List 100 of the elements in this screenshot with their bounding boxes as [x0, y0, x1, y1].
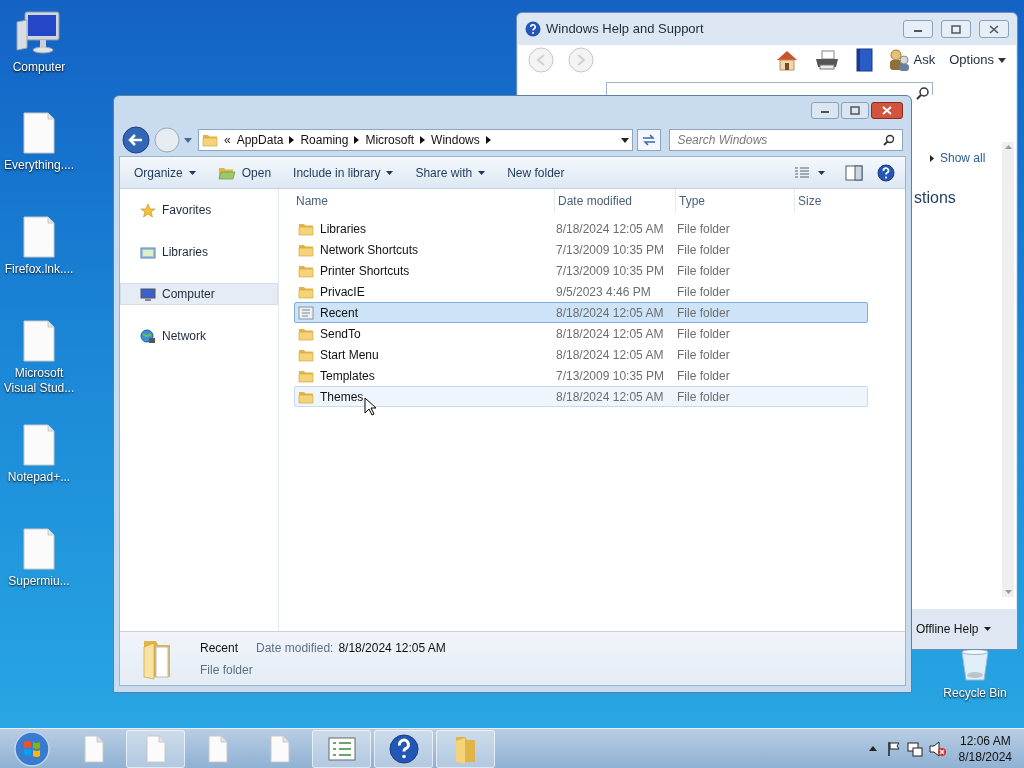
file-row[interactable]: Libraries 8/18/2024 12:05 AM File folder: [294, 218, 868, 239]
show-all-link[interactable]: Show all: [930, 149, 986, 167]
folder-open-icon: [217, 165, 236, 180]
file-type: File folder: [677, 262, 731, 280]
minimize-button[interactable]: [811, 101, 839, 119]
file-icon: [268, 734, 291, 763]
search-field[interactable]: Search Windows: [669, 129, 903, 151]
file-row[interactable]: Printer Shortcuts 7/13/2009 10:35 PM File folder: [294, 260, 868, 281]
new-folder-button[interactable]: New folder: [497, 160, 575, 185]
file-row[interactable]: PrivacIE 9/5/2023 4:46 PM File folder: [294, 281, 868, 302]
breadcrumb-item[interactable]: Windows: [431, 131, 480, 149]
file-name: SendTo: [320, 325, 361, 343]
taskbar-button[interactable]: [374, 729, 433, 768]
open-button[interactable]: Open: [207, 160, 282, 185]
nav-item[interactable]: Libraries: [120, 241, 278, 263]
desktop-icon-label[interactable]: Microsoft Visual Stud...: [0, 366, 79, 396]
column-header[interactable]: Name: [294, 188, 554, 213]
options-button[interactable]: Options: [949, 50, 1006, 70]
file-row[interactable]: SendTo 8/18/2024 12:05 AM File folder: [294, 323, 868, 344]
maximize-button[interactable]: [941, 20, 971, 38]
nav-item[interactable]: Favorites: [120, 199, 278, 221]
clock[interactable]: 12:06 AM 8/18/2024: [958, 732, 1012, 765]
file-name: Network Shortcuts: [320, 241, 419, 259]
menu-button[interactable]: Include in library: [283, 160, 404, 185]
maximize-icon: [849, 105, 861, 115]
file-row[interactable]: Themes 8/18/2024 12:05 AM File folder: [294, 386, 868, 407]
network-icon[interactable]: [906, 740, 923, 757]
file-icon: [82, 734, 105, 763]
breadcrumb-item[interactable]: Microsoft: [365, 131, 415, 149]
file-row[interactable]: Templates 7/13/2009 10:35 PM File folder: [294, 365, 868, 386]
search-field[interactable]: [606, 82, 933, 95]
nav-item[interactable]: Network: [120, 325, 278, 347]
close-button[interactable]: [871, 101, 903, 119]
address-bar[interactable]: « AppData Roaming Microsoft Windows: [198, 129, 634, 151]
desktop-icon-label[interactable]: Everything....: [0, 158, 79, 173]
globe-icon: [140, 328, 156, 344]
menu-button[interactable]: Share with: [405, 160, 496, 185]
file-date: 9/5/2023 4:46 PM: [556, 283, 652, 301]
desktop-icon-label[interactable]: Firefox.lnk....: [0, 262, 79, 277]
flag-icon[interactable]: [886, 740, 901, 757]
help-button[interactable]: [877, 163, 895, 182]
book-icon[interactable]: [853, 48, 874, 72]
speaker-muted-icon[interactable]: [928, 740, 947, 757]
file-type: File folder: [677, 346, 731, 364]
desktop-icon-label[interactable]: Computer: [0, 60, 79, 75]
file-icon[interactable]: [22, 320, 56, 362]
ask-button[interactable]: Ask: [887, 48, 936, 72]
file-name: Recent: [320, 304, 359, 322]
file-name: Themes: [320, 388, 364, 406]
recycle-bin-icon[interactable]: [958, 648, 992, 682]
details-view-icon: [794, 166, 810, 179]
column-header[interactable]: Date modified: [554, 188, 675, 213]
file-name: Templates: [320, 367, 375, 385]
menu-button[interactable]: Organize: [124, 160, 206, 185]
chevron-icon[interactable]: [485, 136, 491, 144]
preview-pane-button[interactable]: [845, 164, 863, 181]
chevron-icon[interactable]: [420, 136, 426, 144]
file-row[interactable]: Network Shortcuts 7/13/2009 10:35 PM File folder: [294, 239, 868, 260]
caret-icon: [998, 57, 1006, 63]
file-icon[interactable]: [22, 112, 56, 154]
file-icon[interactable]: [22, 528, 56, 570]
file-type: File folder: [677, 304, 731, 322]
scrollbar[interactable]: [1002, 142, 1014, 597]
file-row[interactable]: Recent 8/18/2024 12:05 AM File folder: [294, 302, 868, 323]
breadcrumb-item[interactable]: Roaming: [300, 131, 349, 149]
back-button[interactable]: [122, 126, 150, 154]
file-name: PrivacIE: [320, 283, 365, 301]
file-icon: [206, 734, 229, 763]
file-row[interactable]: Start Menu 8/18/2024 12:05 AM File folder: [294, 344, 868, 365]
refresh-button[interactable]: [637, 129, 662, 151]
computer-icon[interactable]: [15, 8, 63, 56]
column-header[interactable]: Size: [794, 188, 870, 213]
column-header[interactable]: Type: [675, 188, 794, 213]
show-hidden-icons-icon[interactable]: [868, 746, 877, 751]
file-icon[interactable]: [22, 424, 56, 466]
dropdown-icon[interactable]: [621, 137, 630, 143]
caret-icon: [818, 170, 825, 175]
printer-icon[interactable]: [813, 49, 840, 71]
chevron-icon[interactable]: [354, 136, 360, 144]
chevron-icon[interactable]: [289, 136, 295, 144]
folder-icon: [202, 133, 218, 147]
offline-help-button[interactable]: Offline Help: [916, 620, 992, 638]
nav-item[interactable]: Computer: [120, 283, 278, 305]
computer-icon: [140, 286, 156, 302]
minimize-button[interactable]: [903, 20, 933, 38]
close-button[interactable]: [979, 20, 1009, 38]
file-date: 7/13/2009 10:35 PM: [556, 241, 666, 259]
scroll-up-icon: [1004, 145, 1012, 149]
close-icon: [881, 105, 893, 115]
recent-folder-icon: [298, 305, 314, 320]
folder-icon: [298, 389, 314, 404]
details-label: Date modified:: [256, 639, 334, 657]
scroll-down-icon: [1004, 590, 1012, 594]
star-icon: [140, 202, 156, 218]
file-icon[interactable]: [22, 216, 56, 258]
details-value: 8/18/2024 12:05 AM: [338, 639, 446, 657]
breadcrumb-item[interactable]: AppData: [236, 131, 284, 149]
file-icon: [144, 734, 167, 763]
search-icon[interactable]: [916, 86, 930, 100]
overflow-chevron[interactable]: «: [224, 131, 231, 149]
